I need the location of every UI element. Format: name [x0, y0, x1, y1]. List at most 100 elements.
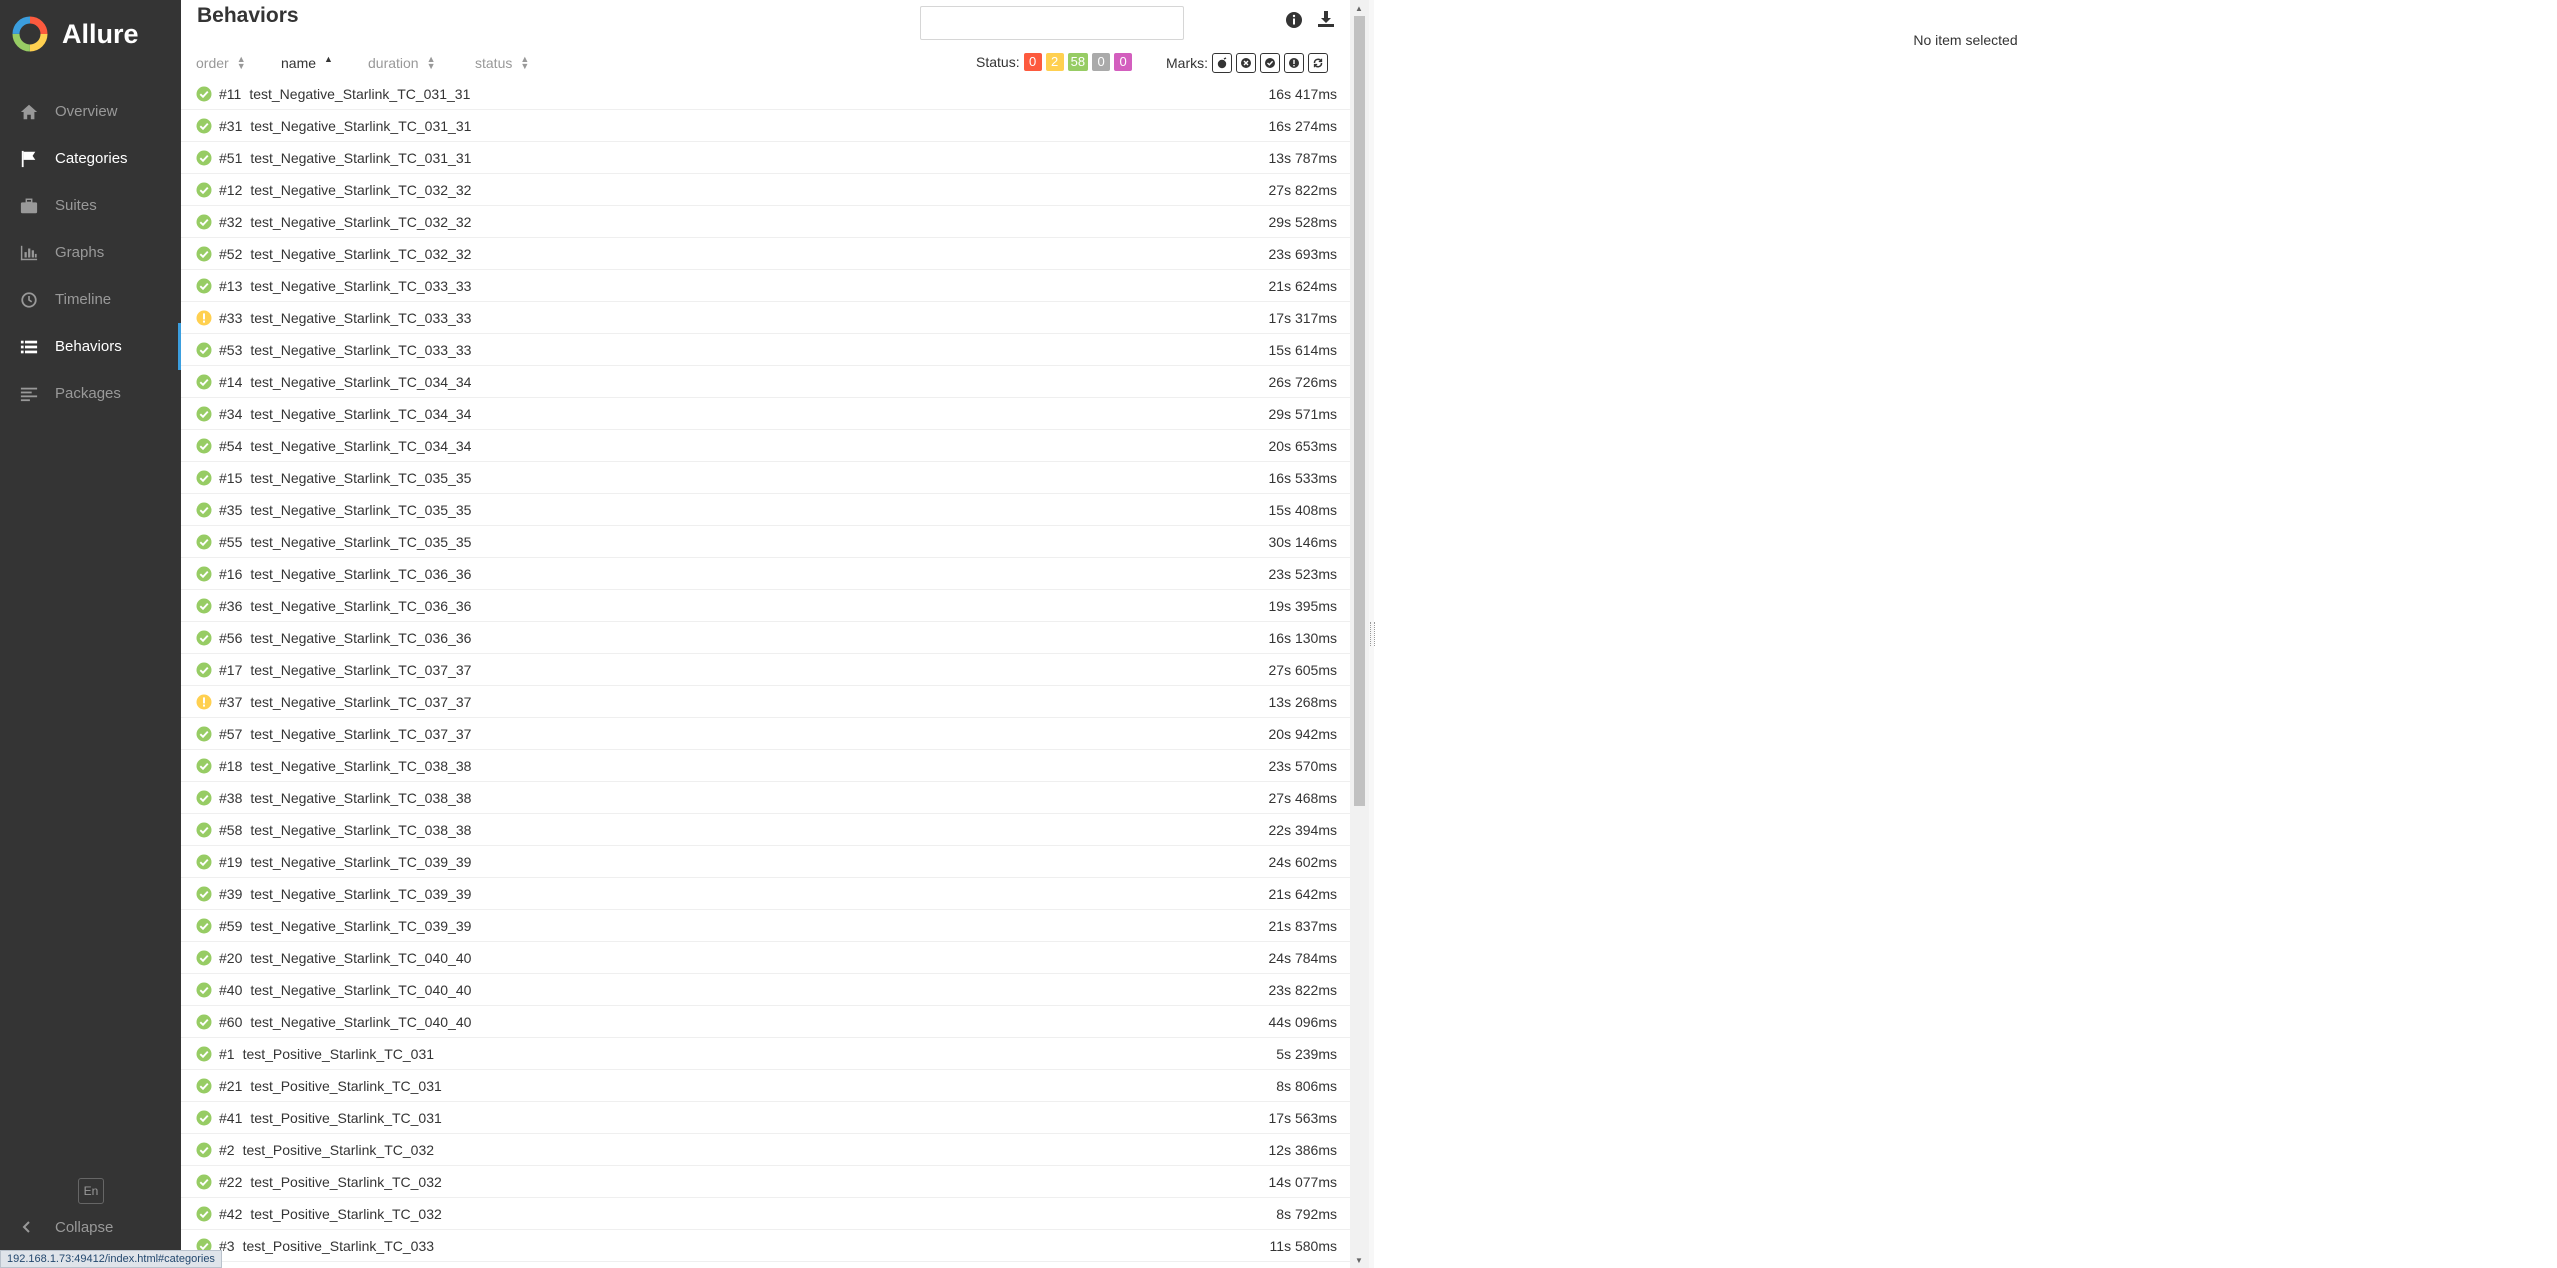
row-title: #36 test_Negative_Starlink_TC_036_36	[219, 598, 471, 614]
table-row[interactable]: #14 test_Negative_Starlink_TC_034_34 26s 7…	[181, 366, 1351, 398]
table-row[interactable]: #59 test_Negative_Starlink_TC_039_39 21s 8…	[181, 910, 1351, 942]
mark-new-broken-icon[interactable]	[1284, 53, 1304, 73]
passed-status-icon	[196, 630, 212, 646]
table-row[interactable]: #34 test_Negative_Starlink_TC_034_34 29s 5…	[181, 398, 1351, 430]
row-duration: 44s 096ms	[1268, 1013, 1337, 1030]
row-duration: 13s 787ms	[1268, 149, 1337, 166]
mark-new-failed-icon[interactable]	[1236, 53, 1256, 73]
row-order: #56	[219, 629, 243, 646]
scrollbar[interactable]: ▲ ▼	[1350, 0, 1369, 1268]
table-row[interactable]: #2 test_Positive_Starlink_TC_032 12s 386ms	[181, 1134, 1351, 1166]
table-row[interactable]: #56 test_Negative_Starlink_TC_036_36 16s 1…	[181, 622, 1351, 654]
table-row[interactable]: #36 test_Negative_Starlink_TC_036_36 19s 3…	[181, 590, 1351, 622]
row-title: #34 test_Negative_Starlink_TC_034_34	[219, 406, 471, 422]
language-selector[interactable]: En	[78, 1178, 104, 1204]
table-row[interactable]: #40 test_Negative_Starlink_TC_040_40 23s 8…	[181, 974, 1351, 1006]
scrollbar-thumb[interactable]	[1354, 16, 1365, 806]
sort-status[interactable]: status ▲ ▼	[475, 55, 529, 72]
row-order: #1	[219, 1045, 235, 1062]
table-row[interactable]: #55 test_Negative_Starlink_TC_035_35 30s 1…	[181, 526, 1351, 558]
table-row[interactable]: #37 test_Negative_Starlink_TC_037_37 13s 2…	[181, 686, 1351, 718]
row-duration: 23s 822ms	[1268, 981, 1337, 998]
status-chip-failed[interactable]: 0	[1023, 53, 1042, 71]
passed-status-icon	[196, 1110, 212, 1126]
download-icon[interactable]	[1316, 9, 1336, 29]
sidebar-item-categories[interactable]: Categories	[0, 135, 181, 182]
bar-chart-icon	[19, 243, 39, 263]
table-row[interactable]: #51 test_Negative_Starlink_TC_031_31 13s 7…	[181, 142, 1351, 174]
status-chip-unknown[interactable]: 0	[1114, 53, 1133, 71]
table-row[interactable]: #13 test_Negative_Starlink_TC_033_33 21s 6…	[181, 270, 1351, 302]
table-row[interactable]: #21 test_Positive_Starlink_TC_031 8s 806ms	[181, 1070, 1351, 1102]
row-title: #39 test_Negative_Starlink_TC_039_39	[219, 886, 471, 902]
row-duration: 17s 317ms	[1268, 309, 1337, 326]
page-title: Behaviors	[197, 4, 299, 27]
sidebar-item-timeline[interactable]: Timeline	[0, 276, 181, 323]
briefcase-icon	[19, 196, 39, 216]
details-pane: No item selected	[1374, 0, 2557, 1268]
table-row[interactable]: #33 test_Negative_Starlink_TC_033_33 17s 3…	[181, 302, 1351, 334]
row-order: #17	[219, 661, 243, 678]
sort-order-label: order	[196, 55, 229, 71]
table-row[interactable]: #16 test_Negative_Starlink_TC_036_36 23s 5…	[181, 558, 1351, 590]
scroll-down-arrow-icon[interactable]: ▼	[1355, 1256, 1363, 1265]
table-row[interactable]: #20 test_Negative_Starlink_TC_040_40 24s 7…	[181, 942, 1351, 974]
sort-name[interactable]: name ▲ ▼	[281, 55, 333, 72]
row-duration: 26s 726ms	[1268, 373, 1337, 390]
mark-new-passed-icon[interactable]	[1260, 53, 1280, 73]
table-row[interactable]: #19 test_Negative_Starlink_TC_039_39 24s 6…	[181, 846, 1351, 878]
table-row[interactable]: #1 test_Positive_Starlink_TC_031 5s 239ms	[181, 1038, 1351, 1070]
table-row[interactable]: #12 test_Negative_Starlink_TC_032_32 27s 8…	[181, 174, 1351, 206]
row-title: #20 test_Negative_Starlink_TC_040_40	[219, 950, 471, 966]
row-name: test_Positive_Starlink_TC_033	[242, 1237, 435, 1254]
table-row[interactable]: #53 test_Negative_Starlink_TC_033_33 15s 6…	[181, 334, 1351, 366]
sidebar-item-behaviors[interactable]: Behaviors	[0, 323, 181, 370]
sidebar-item-graphs[interactable]: Graphs	[0, 229, 181, 276]
brand[interactable]: Allure	[10, 14, 139, 54]
sidebar-item-overview[interactable]: Overview	[0, 88, 181, 135]
row-name: test_Positive_Starlink_TC_031	[250, 1077, 442, 1094]
table-row[interactable]: #39 test_Negative_Starlink_TC_039_39 21s 6…	[181, 878, 1351, 910]
table-row[interactable]: #35 test_Negative_Starlink_TC_035_35 15s 4…	[181, 494, 1351, 526]
table-row[interactable]: #3 test_Positive_Starlink_TC_033 11s 580ms	[181, 1230, 1351, 1262]
sort-order[interactable]: order ▲ ▼	[196, 55, 246, 72]
table-row[interactable]: #38 test_Negative_Starlink_TC_038_38 27s 4…	[181, 782, 1351, 814]
search-input[interactable]	[920, 6, 1184, 40]
table-row[interactable]: #22 test_Positive_Starlink_TC_032 14s 077m…	[181, 1166, 1351, 1198]
status-chip-passed[interactable]: 58	[1067, 53, 1089, 71]
table-row[interactable]: #57 test_Negative_Starlink_TC_037_37 20s 9…	[181, 718, 1351, 750]
mark-retries-icon[interactable]	[1308, 53, 1328, 73]
table-row[interactable]: #32 test_Negative_Starlink_TC_032_32 29s 5…	[181, 206, 1351, 238]
table-row[interactable]: #15 test_Negative_Starlink_TC_035_35 16s 5…	[181, 462, 1351, 494]
table-row[interactable]: #31 test_Negative_Starlink_TC_031_31 16s 2…	[181, 110, 1351, 142]
sidebar: Allure Overview Categories Suites Graphs Tim…	[0, 0, 181, 1268]
marks-filter: Marks:	[1166, 53, 1328, 73]
mark-flaky-icon[interactable]	[1212, 53, 1232, 73]
row-duration: 30s 146ms	[1268, 533, 1337, 550]
sort-duration[interactable]: duration ▲ ▼	[368, 55, 436, 72]
table-row[interactable]: #11 test_Negative_Starlink_TC_031_31 16s 4…	[181, 78, 1351, 110]
table-row[interactable]: #41 test_Positive_Starlink_TC_031 17s 563m…	[181, 1102, 1351, 1134]
status-chip-broken[interactable]: 2	[1045, 53, 1064, 71]
row-duration: 5s 239ms	[1276, 1045, 1337, 1062]
table-row[interactable]: #42 test_Positive_Starlink_TC_032 8s 792ms	[181, 1198, 1351, 1230]
sidebar-item-label: Overview	[55, 103, 118, 120]
sidebar-item-suites[interactable]: Suites	[0, 182, 181, 229]
table-row[interactable]: #17 test_Negative_Starlink_TC_037_37 27s 6…	[181, 654, 1351, 686]
status-chip-skipped[interactable]: 0	[1092, 53, 1111, 71]
collapse-button[interactable]: Collapse	[19, 1212, 113, 1242]
table-row[interactable]: #60 test_Negative_Starlink_TC_040_40 44s 0…	[181, 1006, 1351, 1038]
table-row[interactable]: #18 test_Negative_Starlink_TC_038_38 23s 5…	[181, 750, 1351, 782]
row-name: test_Negative_Starlink_TC_039_39	[250, 853, 472, 870]
row-name: test_Negative_Starlink_TC_038_38	[250, 757, 472, 774]
info-icon[interactable]	[1284, 10, 1304, 30]
passed-status-icon	[196, 374, 212, 390]
table-row[interactable]: #54 test_Negative_Starlink_TC_034_34 20s 6…	[181, 430, 1351, 462]
row-title: #16 test_Negative_Starlink_TC_036_36	[219, 566, 471, 582]
scroll-up-arrow-icon[interactable]: ▲	[1355, 4, 1363, 13]
table-row[interactable]: #58 test_Negative_Starlink_TC_038_38 22s 3…	[181, 814, 1351, 846]
sidebar-item-packages[interactable]: Packages	[0, 370, 181, 417]
table-row[interactable]: #52 test_Negative_Starlink_TC_032_32 23s 6…	[181, 238, 1351, 270]
passed-status-icon	[196, 822, 212, 838]
row-order: #2	[219, 1141, 235, 1158]
